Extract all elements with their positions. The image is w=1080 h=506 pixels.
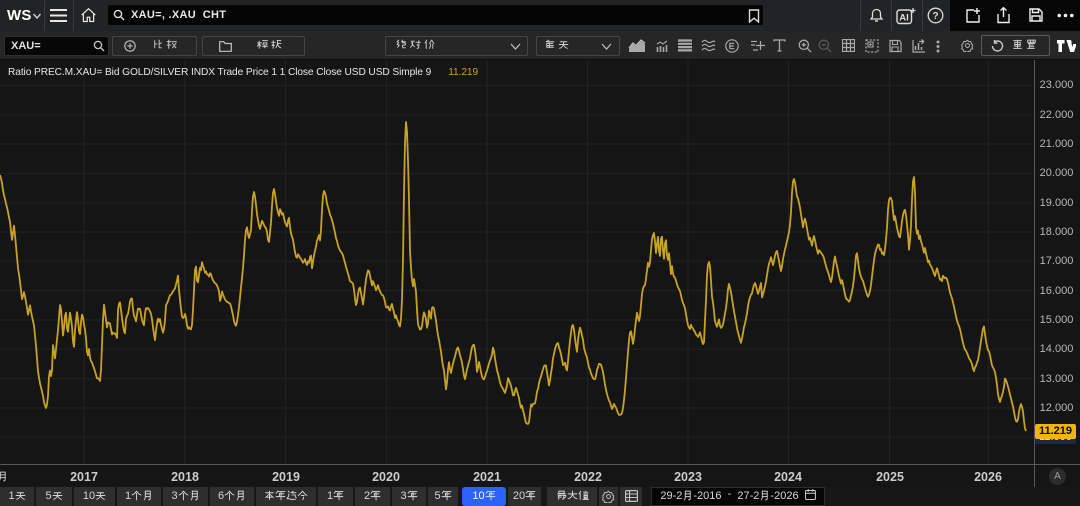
svg-text:?: ? xyxy=(932,11,938,22)
svg-text:AI: AI xyxy=(899,13,909,24)
